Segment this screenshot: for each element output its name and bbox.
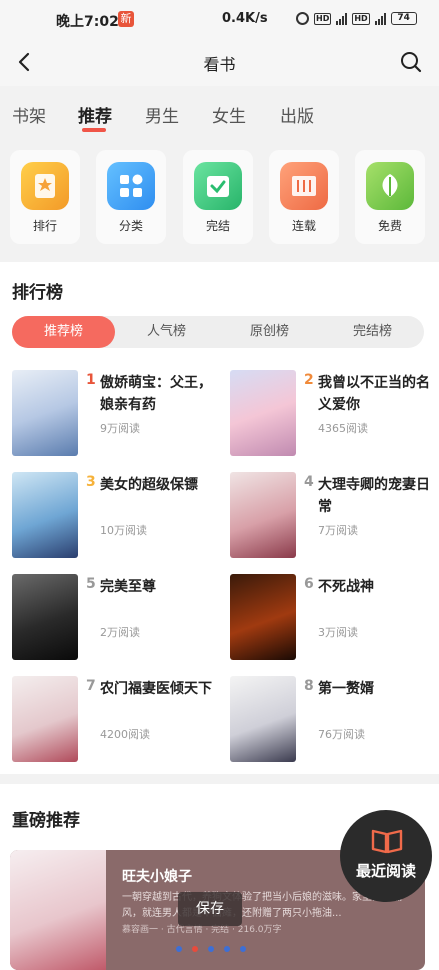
- book-reads: 9万阅读: [100, 422, 140, 435]
- book-cover: [230, 676, 296, 762]
- book-item[interactable]: 7 农门福妻医倾天下 4200阅读: [12, 676, 222, 768]
- book-item[interactable]: 4 大理寺卿的宠妻日常 7万阅读: [230, 472, 439, 564]
- check-icon: [194, 162, 242, 210]
- section-title: 重磅推荐: [12, 811, 80, 831]
- category-label: 连载: [291, 219, 316, 233]
- channel-tabs: 书架 推荐 男生 女生 出版: [0, 86, 439, 138]
- alarm-icon: [296, 12, 309, 25]
- book-reads: 4200阅读: [100, 728, 150, 741]
- featured-book-title: 旺夫小娘子: [122, 869, 192, 885]
- rank-number: 4: [304, 474, 314, 490]
- hd-icon: HD: [352, 12, 370, 25]
- hd-icon: HD: [314, 12, 332, 25]
- book-name: 完美至尊: [100, 579, 156, 595]
- book-cover: [12, 676, 78, 762]
- book-cover: [12, 370, 78, 456]
- carousel-dot[interactable]: [208, 946, 214, 952]
- section-title: 排行榜: [12, 283, 63, 303]
- tab-publish[interactable]: 出版: [280, 102, 314, 127]
- book-reads: 10万阅读: [100, 524, 147, 537]
- category-label: 排行: [32, 219, 57, 233]
- rank-number: 1: [86, 372, 96, 388]
- book-name: 傲娇萌宝：父王，娘亲有药: [100, 375, 212, 413]
- book-cover: [230, 574, 296, 660]
- book-item[interactable]: 5 完美至尊 2万阅读: [12, 574, 222, 666]
- segment-recommend[interactable]: 推荐榜: [12, 316, 115, 348]
- segment-original[interactable]: 原创榜: [218, 316, 321, 348]
- rank-number: 8: [304, 678, 314, 694]
- tab-bookshelf[interactable]: 书架: [12, 102, 46, 127]
- carousel-dot[interactable]: [176, 946, 182, 952]
- category-shortcuts: 排行 分类 完结 连载 免费: [0, 140, 439, 256]
- book-item[interactable]: 6 不死战神 3万阅读: [230, 574, 439, 666]
- category-classify[interactable]: 分类: [96, 150, 166, 244]
- book-cover: [10, 850, 106, 970]
- category-label: 分类: [118, 219, 143, 233]
- book-cover: [12, 574, 78, 660]
- category-label: 免费: [377, 219, 402, 233]
- book-name: 不死战神: [318, 579, 374, 595]
- status-icons: HD HD 74: [296, 12, 417, 25]
- ranking-section: 排行榜 推荐榜 人气榜 原创榜 完结榜 1 傲娇萌宝：父王，娘亲有药 9万阅读 …: [0, 262, 439, 774]
- rank-number: 6: [304, 576, 314, 592]
- carousel-dot[interactable]: [224, 946, 230, 952]
- nav-bar: 看书: [0, 38, 439, 86]
- carousel-dot[interactable]: [240, 946, 246, 952]
- category-label: 完结: [205, 219, 230, 233]
- battery-icon: 74: [390, 12, 417, 25]
- category-free[interactable]: 免费: [355, 150, 425, 244]
- search-icon[interactable]: [399, 50, 423, 74]
- signal-icon: [336, 12, 348, 25]
- book-name: 美女的超级保镖: [100, 477, 198, 493]
- ranking-icon: [21, 162, 69, 210]
- book-name: 我曾以不正当的名义爱你: [318, 375, 430, 413]
- rank-number: 3: [86, 474, 96, 490]
- grid-icon: [107, 162, 155, 210]
- tab-female[interactable]: 女生: [212, 102, 246, 127]
- book-cover: [230, 472, 296, 558]
- book-open-icon: [280, 162, 328, 210]
- leaf-icon: [366, 162, 414, 210]
- recent-reading-label: 最近阅读: [355, 862, 416, 880]
- page-title: 看书: [203, 55, 236, 74]
- ranking-segment: 推荐榜 人气榜 原创榜 完结榜: [12, 316, 424, 348]
- book-cover: [230, 370, 296, 456]
- book-reads: 76万阅读: [318, 728, 365, 741]
- category-ranking[interactable]: 排行: [10, 150, 80, 244]
- status-bar: 晚上7:02 新 0.4K/s HD HD 74: [0, 0, 439, 38]
- book-cover: [12, 472, 78, 558]
- segment-popular[interactable]: 人气榜: [115, 316, 218, 348]
- book-name: 农门福妻医倾天下: [100, 681, 212, 697]
- carousel-dot[interactable]: [192, 946, 198, 952]
- book-item[interactable]: 3 美女的超级保镖 10万阅读: [12, 472, 222, 564]
- category-serial[interactable]: 连载: [269, 150, 339, 244]
- recent-reading-button[interactable]: 最近阅读: [340, 810, 432, 902]
- rank-number: 2: [304, 372, 314, 388]
- category-finished[interactable]: 完结: [183, 150, 253, 244]
- book-reads: 3万阅读: [318, 626, 358, 639]
- book-name: 第一赘婿: [318, 681, 374, 697]
- book-name: 大理寺卿的宠妻日常: [318, 477, 430, 515]
- tab-male[interactable]: 男生: [145, 102, 179, 127]
- book-reads: 7万阅读: [318, 524, 358, 537]
- book-item[interactable]: 1 傲娇萌宝：父王，娘亲有药 9万阅读: [12, 370, 222, 462]
- carousel-dots: [176, 946, 246, 952]
- book-reads: 2万阅读: [100, 626, 140, 639]
- save-button[interactable]: 保存: [178, 892, 242, 926]
- book-reads: 4365阅读: [318, 422, 368, 435]
- book-icon: [371, 829, 403, 854]
- network-speed: 0.4K/s: [222, 11, 268, 26]
- signal-icon: [374, 12, 386, 25]
- book-item[interactable]: 2 我曾以不正当的名义爱你 4365阅读: [230, 370, 439, 462]
- rank-number: 5: [86, 576, 96, 592]
- tab-indicator: [82, 128, 106, 132]
- segment-finished[interactable]: 完结榜: [321, 316, 424, 348]
- book-item[interactable]: 8 第一赘婿 76万阅读: [230, 676, 439, 768]
- notification-icon: 新: [118, 11, 134, 27]
- rank-number: 7: [86, 678, 96, 694]
- tab-recommend[interactable]: 推荐: [78, 102, 112, 127]
- status-time: 晚上7:02: [56, 14, 119, 30]
